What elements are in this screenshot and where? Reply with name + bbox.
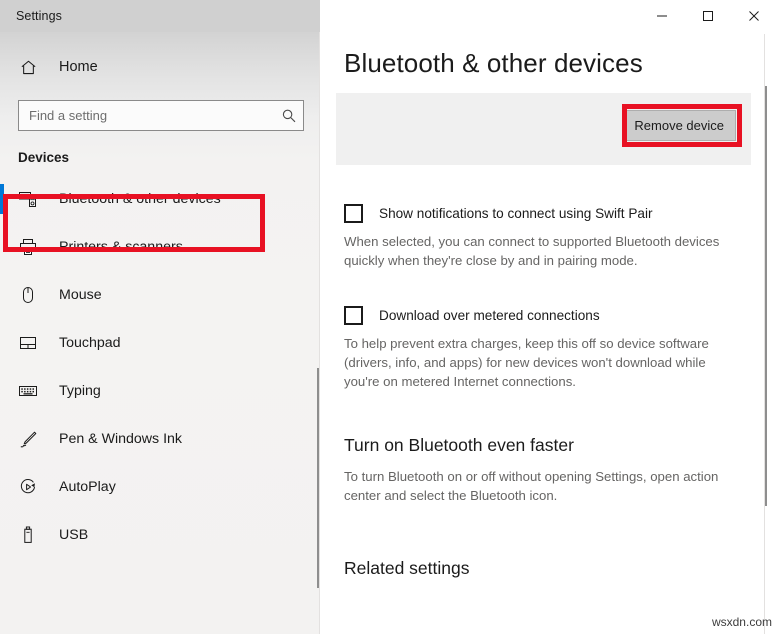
sidebar-nav: Bluetooth & other devices Printers & sca… — [0, 175, 320, 559]
home-label: Home — [59, 59, 98, 75]
search-icon — [275, 108, 303, 124]
usb-icon — [16, 525, 40, 545]
sidebar-divider — [319, 0, 320, 634]
sidebar-item-bluetooth-other-devices[interactable]: Bluetooth & other devices — [0, 175, 320, 223]
minimize-button[interactable] — [639, 0, 685, 31]
touchpad-icon — [16, 333, 40, 353]
title-bar: Settings — [0, 0, 777, 32]
window-controls — [320, 0, 777, 32]
option-row[interactable]: Download over metered connections — [344, 306, 777, 325]
faster-section-description: To turn Bluetooth on or off without open… — [344, 469, 719, 503]
maximize-icon — [703, 10, 713, 21]
page-title: Bluetooth & other devices — [344, 48, 643, 78]
option-metered-connections: Download over metered connections To hel… — [344, 306, 777, 391]
related-settings-heading: Related settings — [344, 558, 470, 578]
sidebar-item-typing[interactable]: Typing — [0, 367, 320, 415]
sidebar-item-label: Pen & Windows Ink — [59, 431, 183, 447]
bluetooth-devices-icon — [16, 189, 40, 209]
close-icon — [749, 10, 759, 21]
sidebar-item-printers-scanners[interactable]: Printers & scanners — [0, 223, 320, 271]
option-row[interactable]: Show notifications to connect using Swif… — [344, 204, 777, 223]
title-bar-left: Settings — [0, 0, 320, 32]
sidebar-item-usb[interactable]: USB — [0, 511, 320, 559]
autoplay-icon — [16, 477, 40, 497]
maximize-button[interactable] — [685, 0, 731, 31]
sidebar-content: Home Devices — [0, 32, 320, 559]
settings-window: Settings Home Find a setting Devices Blu… — [0, 0, 777, 634]
mouse-icon — [16, 285, 40, 305]
sidebar-item-label: AutoPlay — [59, 479, 116, 495]
swift-pair-checkbox[interactable] — [344, 204, 363, 223]
minimize-icon — [657, 15, 667, 16]
option-description: When selected, you can connect to suppor… — [344, 234, 720, 268]
sidebar-item-pen-windows-ink[interactable]: Pen & Windows Ink — [0, 415, 320, 463]
keyboard-icon — [16, 381, 40, 401]
close-button[interactable] — [731, 0, 777, 31]
sidebar-item-label: Printers & scanners — [59, 239, 183, 255]
sidebar-item-label: Typing — [59, 383, 101, 399]
sidebar-item-label: USB — [59, 527, 89, 543]
search-input[interactable] — [19, 108, 275, 123]
faster-section-heading: Turn on Bluetooth even faster — [344, 435, 574, 455]
option-swift-pair: Show notifications to connect using Swif… — [344, 204, 777, 270]
metered-connections-checkbox[interactable] — [344, 306, 363, 325]
pen-icon — [16, 429, 40, 449]
window-title: Settings — [16, 9, 62, 23]
device-action-panel: Remove device — [336, 93, 751, 165]
option-description: To help prevent extra charges, keep this… — [344, 336, 709, 389]
sidebar-item-label: Touchpad — [59, 335, 121, 351]
sidebar-item-label: Mouse — [59, 287, 102, 303]
option-label: Download over metered connections — [379, 308, 600, 323]
sidebar-item-label: Bluetooth & other devices — [59, 191, 221, 207]
sidebar: Home Devices — [0, 0, 320, 634]
watermark: wsxdn.com — [711, 615, 772, 629]
search-box[interactable] — [18, 100, 304, 131]
option-label: Show notifications to connect using Swif… — [379, 206, 653, 221]
home-icon — [16, 58, 40, 77]
sidebar-item-mouse[interactable]: Mouse — [0, 271, 320, 319]
printer-icon — [16, 237, 40, 257]
sidebar-item-home[interactable]: Home — [0, 48, 320, 86]
main-content: Bluetooth & other devices Remove device … — [320, 0, 777, 634]
main-scrollbar[interactable] — [765, 86, 767, 506]
sidebar-item-touchpad[interactable]: Touchpad — [0, 319, 320, 367]
sidebar-item-autoplay[interactable]: AutoPlay — [0, 463, 320, 511]
sidebar-group-title: Devices — [18, 150, 70, 165]
remove-device-button[interactable]: Remove device — [622, 110, 736, 141]
